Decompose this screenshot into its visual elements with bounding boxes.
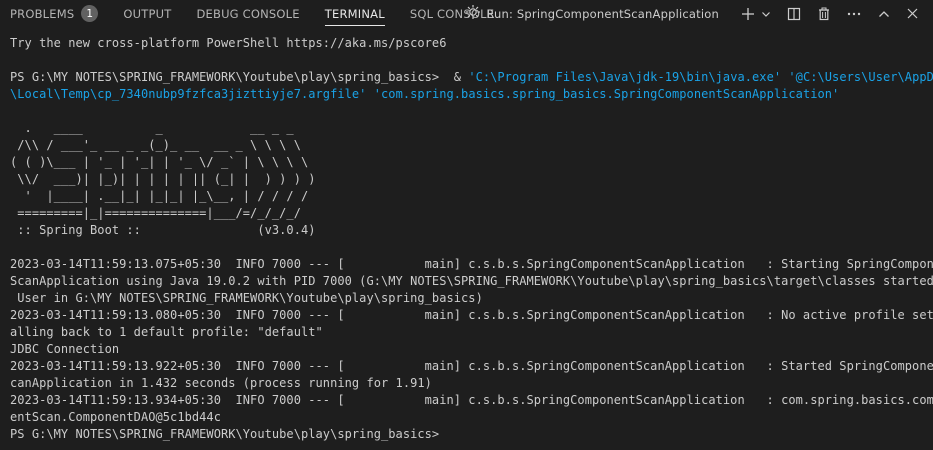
kill-terminal-button[interactable] [813, 3, 835, 25]
spring-banner-line: /\\ / ___'_ __ _ _(_)_ __ __ _ \ \ \ \ [10, 138, 301, 152]
tab-output[interactable]: OUTPUT [123, 0, 171, 27]
tab-terminal-label: TERMINAL [324, 6, 385, 21]
tab-problems[interactable]: PROBLEMS 1 [10, 0, 99, 27]
chevron-down-icon [762, 11, 770, 17]
tab-problems-label: PROBLEMS [10, 6, 75, 21]
new-terminal-button[interactable] [737, 3, 759, 25]
ellipsis-icon [847, 12, 861, 15]
spring-boot-version-line: :: Spring Boot :: (v3.0.4) [10, 223, 316, 237]
log-line: canApplication in 1.432 seconds (process… [10, 376, 432, 390]
terminal-profiles-dropdown[interactable] [759, 3, 773, 25]
log-line: ScanApplication using Java 19.0.2 with P… [10, 274, 933, 288]
terminal-instance-selector[interactable]: Run: SpringComponentScanApplication [465, 4, 719, 23]
split-terminal-button[interactable] [783, 3, 805, 25]
problems-count-badge: 1 [81, 5, 99, 22]
plus-icon [742, 7, 754, 20]
log-line: 2023-03-14T11:59:13.080+05:30 INFO 7000 … [10, 308, 933, 322]
spring-banner-line: . ____ _ __ _ _ [10, 121, 294, 135]
argfile-arg-cont: \Local\Temp\cp_7340nubp9fzfca3jizttiyje7… [10, 87, 367, 101]
command-prompt: PS G:\MY NOTES\SPRING_FRAMEWORK\Youtube\… [10, 70, 469, 84]
spring-banner-line: \\/ ___)| |_)| | | | | || (_| | ) ) ) ) [10, 172, 316, 186]
java-exe-arg: 'C:\Program Files\Java\jdk-19\bin\java.e… [468, 70, 782, 84]
tab-terminal[interactable]: TERMINAL [324, 0, 385, 27]
terminal-actions: Run: SpringComponentScanApplication [465, 0, 923, 27]
log-line: 2023-03-14T11:59:13.075+05:30 INFO 7000 … [10, 257, 933, 271]
run-configuration-label: Run: SpringComponentScanApplication [486, 6, 719, 21]
log-line: alling back to 1 default profile: "defau… [10, 325, 323, 339]
log-line: User in G:\MY NOTES\SPRING_FRAMEWORK\You… [10, 291, 483, 305]
log-line: entScan.ComponentDAO@5c1bd44c [10, 410, 221, 424]
log-line: 2023-03-14T11:59:13.934+05:30 INFO 7000 … [10, 393, 933, 407]
spring-banner-line: ' |____| .__|_| |_|_| |_\__, | / / / / [10, 189, 309, 203]
tab-output-label: OUTPUT [123, 6, 172, 21]
terminal-output[interactable]: Try the new cross-platform PowerShell ht… [10, 35, 933, 443]
command-line: PS G:\MY NOTES\SPRING_FRAMEWORK\Youtube\… [10, 69, 933, 86]
spring-banner-line: ( ( )\___ | '_ | '_| | '_ \/ _` | \ \ \ … [10, 155, 309, 169]
tab-debug-console-label: DEBUG CONSOLE [196, 6, 300, 21]
spring-banner-line: =========|_|==============|___/=/_/_/_/ [10, 206, 301, 220]
close-icon [907, 8, 917, 19]
maximize-panel-button[interactable] [873, 3, 895, 25]
chevron-up-icon [879, 10, 889, 17]
trash-icon [819, 7, 829, 20]
log-line: JDBC Connection [10, 342, 120, 356]
main-class-arg: 'com.spring.basics.spring_basics.SpringC… [373, 87, 840, 101]
panel-tab-bar: PROBLEMS 1 OUTPUT DEBUG CONSOLE TERMINAL… [0, 0, 933, 27]
close-panel-button[interactable] [901, 3, 923, 25]
log-line: 2023-03-14T11:59:13.922+05:30 INFO 7000 … [10, 359, 933, 373]
powershell-notice: Try the new cross-platform PowerShell ht… [10, 36, 447, 50]
split-icon [787, 7, 801, 20]
debug-gear-icon [465, 4, 481, 23]
argfile-arg: '@C:\Users\User\AppData [788, 70, 933, 84]
more-actions-button[interactable] [843, 3, 865, 25]
command-line-wrap: \Local\Temp\cp_7340nubp9fzfca3jizttiyje7… [10, 86, 925, 103]
tab-debug-console[interactable]: DEBUG CONSOLE [196, 0, 299, 27]
final-prompt[interactable]: PS G:\MY NOTES\SPRING_FRAMEWORK\Youtube\… [10, 426, 925, 443]
